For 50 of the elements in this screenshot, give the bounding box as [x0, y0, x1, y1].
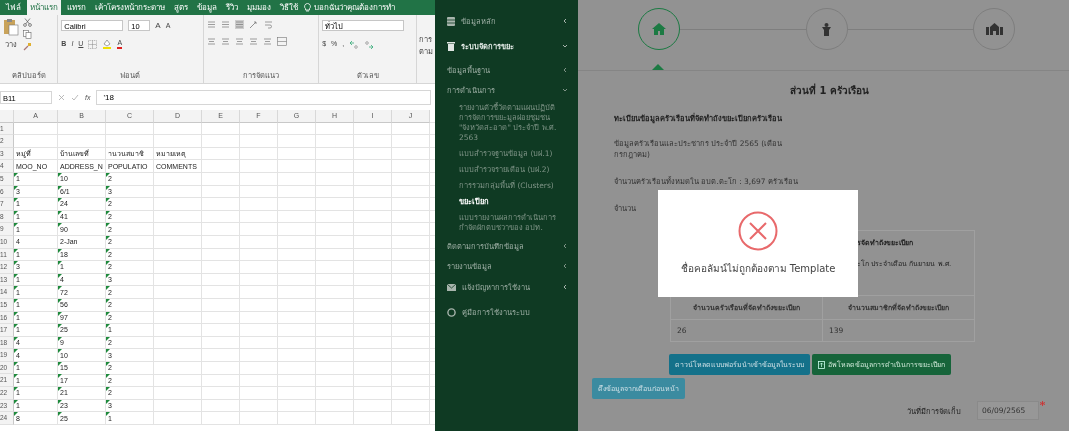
- increase-decimal-icon[interactable]: [349, 39, 360, 49]
- checkmark-icon[interactable]: [71, 93, 79, 101]
- merge-cells-icon[interactable]: [276, 37, 287, 46]
- horizontal-align-icon[interactable]: [234, 37, 244, 46]
- ribbon-tab[interactable]: หน้าแรก: [27, 0, 61, 15]
- step-indicator[interactable]: [805, 8, 848, 50]
- database-icon: [447, 16, 455, 26]
- active-step-pointer-icon: [652, 64, 664, 70]
- horizontal-align-icon[interactable]: [206, 37, 216, 46]
- paste-clipboard-icon[interactable]: [3, 18, 19, 36]
- scissors-icon[interactable]: [23, 18, 32, 27]
- text-orientation-icon[interactable]: [248, 20, 259, 29]
- school-building-icon: [985, 23, 1003, 35]
- lightbulb-icon: [304, 3, 311, 12]
- formula-field[interactable]: '18: [96, 89, 431, 105]
- format-painter-icon[interactable]: [23, 42, 32, 51]
- ribbon-tab[interactable]: รีวิว: [223, 0, 241, 15]
- home-icon: [652, 23, 666, 35]
- decrease-decimal-icon[interactable]: [364, 39, 375, 49]
- file-icon: [818, 360, 825, 369]
- error-x-icon: [738, 211, 778, 251]
- vertical-align-icon[interactable]: [234, 20, 244, 29]
- ribbon-tab[interactable]: ไฟล์: [3, 0, 24, 15]
- ribbon-tab[interactable]: มุมมอง: [244, 0, 274, 15]
- horizontal-align-icon[interactable]: [220, 37, 230, 46]
- ribbon-tab[interactable]: ข้อมูล: [194, 0, 220, 15]
- step-indicator[interactable]: [973, 8, 1015, 50]
- envelope-icon: [447, 283, 456, 291]
- ribbon-tab[interactable]: วิธีใช้: [277, 0, 301, 15]
- step-indicator[interactable]: [638, 8, 680, 50]
- copy-icon[interactable]: [23, 30, 32, 39]
- ribbon-tab[interactable]: แทรก: [64, 0, 89, 15]
- vertical-align-icon[interactable]: [206, 20, 216, 29]
- error-message: ชื่อคอลัมน์ไม่ถูกต้องตาม Template: [680, 261, 836, 276]
- person-icon: [822, 22, 831, 36]
- borders-icon[interactable]: [88, 39, 98, 49]
- cancel-icon[interactable]: [58, 93, 65, 101]
- tell-me-search[interactable]: บอกฉันว่าคุณต้องการทำ: [314, 1, 395, 14]
- horizontal-align-icon[interactable]: [262, 37, 272, 46]
- horizontal-align-icon[interactable]: [248, 37, 258, 46]
- vertical-align-icon[interactable]: [220, 20, 230, 29]
- grow-font-button[interactable]: A: [155, 20, 161, 31]
- trash-icon: [447, 41, 455, 51]
- section-title: ส่วนที่ 1 ครัวเรือน: [789, 83, 870, 98]
- fill-color-icon[interactable]: [102, 39, 113, 49]
- ribbon-tab[interactable]: เค้าโครงหน้ากระดาษ: [92, 0, 168, 15]
- lifebuoy-icon: [447, 307, 456, 317]
- wrap-text-icon[interactable]: [263, 20, 273, 29]
- ribbon-tab[interactable]: สูตร: [171, 0, 191, 15]
- select-all-button[interactable]: [0, 110, 14, 123]
